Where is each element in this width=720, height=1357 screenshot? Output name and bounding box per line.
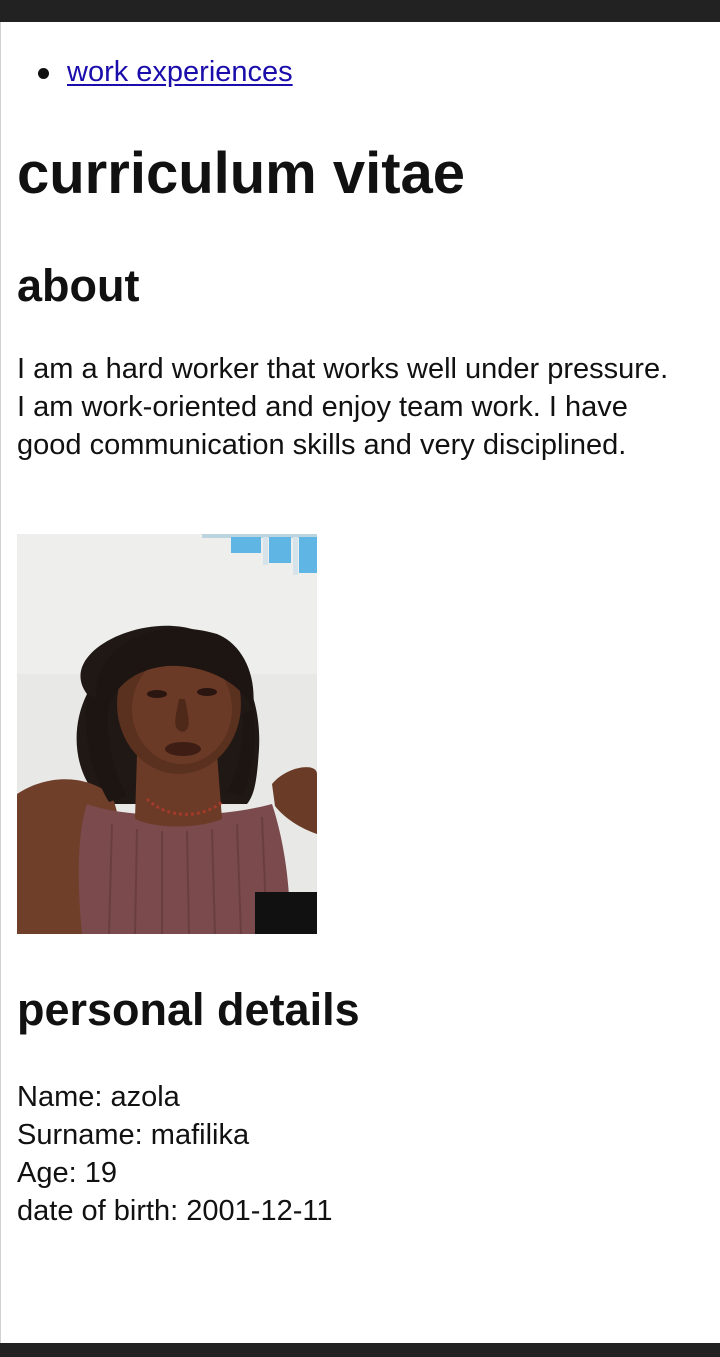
- bullet-icon: [38, 68, 49, 79]
- about-heading: about: [17, 260, 140, 311]
- detail-age: Age: 19: [17, 1157, 117, 1189]
- personal-details-heading: personal details: [17, 984, 360, 1035]
- detail-name: Name: azola: [17, 1081, 180, 1113]
- status-bar: [0, 0, 720, 22]
- profile-photo: [17, 534, 317, 934]
- detail-date-of-birth: date of birth: 2001-12-11: [17, 1195, 333, 1227]
- nav-item-work-experiences: work experiences: [38, 52, 293, 92]
- page-title: curriculum vitae: [17, 141, 466, 206]
- work-experiences-link[interactable]: work experiences: [67, 56, 293, 88]
- nav-list: work experiences: [38, 52, 293, 92]
- about-text: I am a hard worker that works well under…: [17, 353, 669, 461]
- detail-surname: Surname: mafilika: [17, 1119, 250, 1151]
- page: work experiences curriculum vitae about …: [0, 22, 720, 1343]
- personal-details-list: Name: azola Surname: mafilika Age: 19 da…: [17, 1078, 332, 1230]
- navigation-bar: [0, 1343, 720, 1357]
